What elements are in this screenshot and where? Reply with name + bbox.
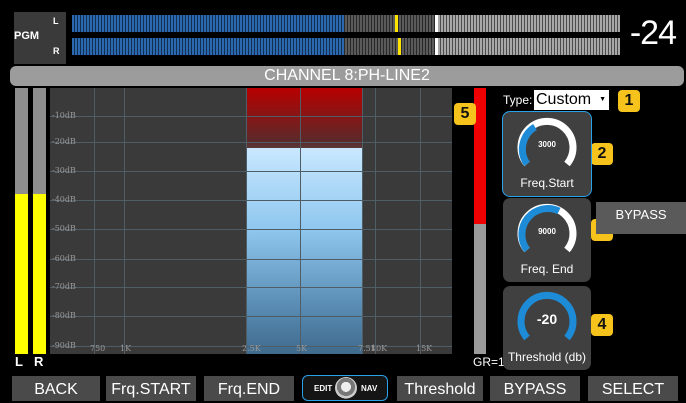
- right-level-fill: [33, 194, 46, 354]
- frequency-scale-label: 5K: [296, 344, 308, 353]
- grid-line-horizontal: [50, 200, 452, 201]
- grid-line-horizontal: [50, 142, 452, 143]
- gain-reduction-meter: [474, 88, 486, 354]
- grid-line-horizontal: [50, 316, 452, 317]
- grid-line-horizontal: [50, 287, 452, 288]
- threshold-value: -20: [536, 311, 558, 327]
- select-button[interactable]: SELECT: [588, 376, 678, 401]
- frequency-scale-label: 750: [90, 344, 106, 353]
- grid-line-horizontal: [50, 116, 452, 117]
- grid-line-horizontal: [50, 229, 452, 230]
- db-scale-label: -60dB: [52, 254, 76, 263]
- db-scale-label: -40dB: [52, 195, 76, 204]
- frequency-scale-label: 10K: [371, 344, 388, 353]
- dropdown-caret-icon: ▼: [599, 96, 606, 103]
- freq-end-label: Freq. End: [520, 262, 574, 276]
- grid-line-vertical: [300, 88, 301, 354]
- db-scale-label: -20dB: [52, 137, 76, 146]
- freq-end-knob[interactable]: 9000 Freq. End: [503, 198, 591, 282]
- bypass-indicator: BYPASS: [596, 202, 686, 234]
- edit-nav-toggle[interactable]: EDIT NAV: [302, 375, 388, 401]
- pgm-left-hold-marker: [435, 15, 438, 32]
- threshold-button[interactable]: Threshold: [397, 376, 483, 401]
- pgm-left-peak-marker: [395, 15, 398, 32]
- grid-line-horizontal: [50, 171, 452, 172]
- right-level-meter: [33, 88, 46, 354]
- threshold-knob[interactable]: -20 Threshold (db): [503, 286, 591, 370]
- grid-line-vertical: [94, 88, 95, 354]
- pgm-level-readout: -24: [629, 14, 677, 52]
- frequency-scale-label: 15K: [416, 344, 433, 353]
- freq-end-button[interactable]: Frq.END: [204, 376, 294, 401]
- pgm-label: PGM: [14, 30, 40, 42]
- db-scale-label: -80dB: [52, 311, 76, 320]
- pgm-right-channel-label: R: [53, 46, 60, 56]
- left-meter-label: L: [15, 354, 23, 369]
- freq-start-button[interactable]: Frq.START: [106, 376, 196, 401]
- grid-line-horizontal: [50, 259, 452, 260]
- db-scale-label: -90dB: [52, 341, 76, 350]
- pgm-right-peak-marker: [398, 38, 401, 55]
- threshold-label: Threshold (db): [507, 350, 587, 364]
- type-dropdown[interactable]: Custom ▼: [534, 90, 609, 110]
- freq-start-label: Freq.Start: [520, 176, 574, 190]
- frequency-graph[interactable]: -10dB -20dB -30dB -40dB -50dB -60dB -70dB -80dB…: [50, 88, 452, 354]
- badge-2: 2: [591, 143, 613, 165]
- bypass-button[interactable]: BYPASS: [490, 376, 580, 401]
- pgm-right-hold-marker: [435, 38, 438, 55]
- grid-line-vertical: [124, 88, 125, 354]
- nav-label: NAV: [361, 384, 378, 393]
- channel-title: CHANNEL 8:PH-LINE2: [10, 66, 684, 86]
- db-scale-label: -50dB: [52, 224, 76, 233]
- frequency-scale-label: 1K: [120, 344, 132, 353]
- pgm-left-channel-label: L: [53, 16, 59, 26]
- back-button[interactable]: BACK: [12, 376, 100, 401]
- grid-line-vertical: [246, 88, 247, 354]
- band-gain-reduction-region: [246, 88, 362, 148]
- badge-4: 4: [591, 314, 613, 336]
- right-meter-label: R: [34, 354, 44, 369]
- badge-1: 1: [618, 90, 640, 112]
- grid-line-vertical: [420, 88, 421, 354]
- freq-start-value: 3000: [538, 140, 556, 149]
- db-scale-label: -10dB: [52, 111, 76, 120]
- edit-label: EDIT: [314, 384, 333, 393]
- freq-start-knob[interactable]: 3000 Freq.Start: [503, 112, 591, 196]
- rotary-dial-icon: [335, 377, 357, 399]
- grid-line-vertical: [375, 88, 376, 354]
- frequency-band-region[interactable]: [246, 148, 362, 354]
- left-level-meter: [15, 88, 28, 354]
- grid-line-vertical: [362, 88, 363, 354]
- freq-end-value: 9000: [538, 227, 556, 236]
- type-dropdown-value: Custom: [536, 91, 592, 108]
- db-scale-label: -30dB: [52, 166, 76, 175]
- type-label: Type:: [503, 93, 533, 107]
- db-scale-label: -70dB: [52, 282, 76, 291]
- pgm-left-level-bar: [72, 15, 620, 32]
- pgm-right-level-bar: [72, 38, 620, 55]
- badge-5: 5: [454, 103, 476, 125]
- frequency-scale-label: 2.5K: [242, 344, 261, 353]
- left-level-fill: [15, 194, 28, 354]
